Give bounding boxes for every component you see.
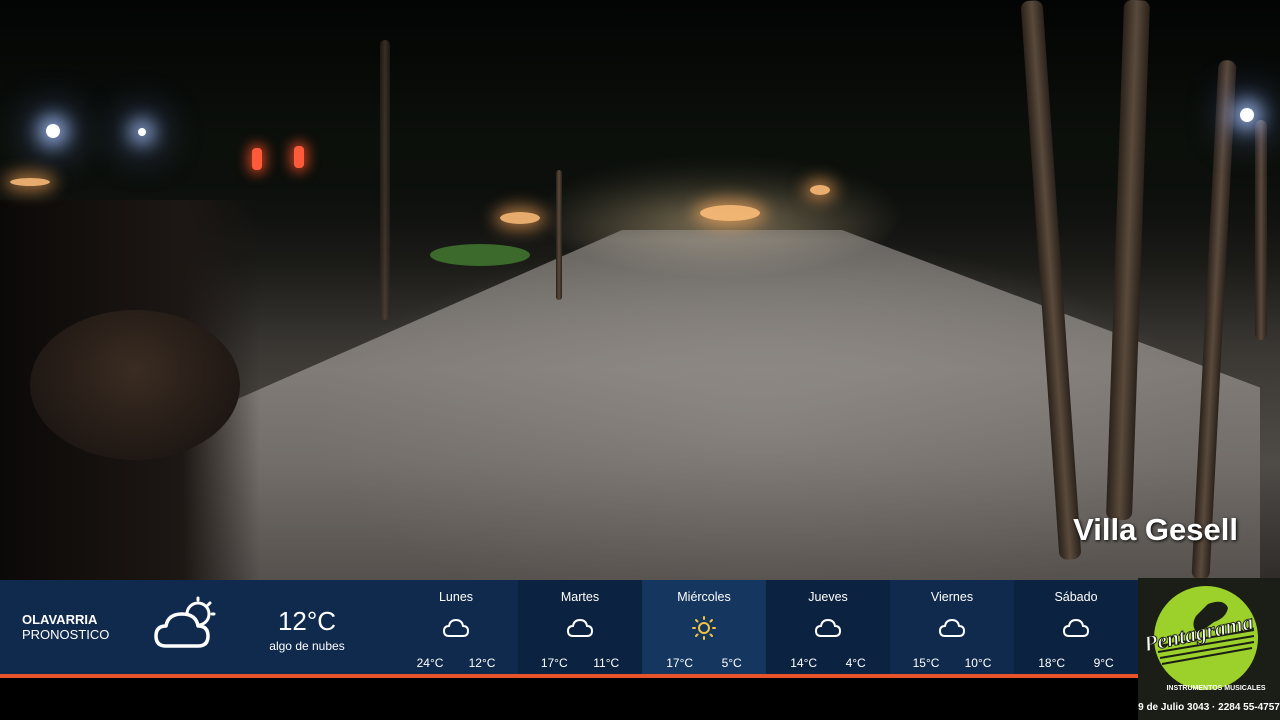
city-block: OLAVARRIA PRONOSTICO [0,580,145,674]
cloud-icon [566,618,594,637]
day-name: Viernes [930,590,974,604]
distant-lights [10,178,50,186]
high-temp: 18°C [1038,656,1066,670]
low-temp: 4°C [845,656,866,670]
day-name: Martes [560,590,600,604]
cloud-icon [938,618,966,637]
forecast-day: Jueves 14°C 4°C [766,580,890,674]
sponsor-contact: 9 de Julio 3043 · 2284 55-4757 [1138,702,1280,713]
cloud-sun-icon [154,596,216,648]
tree-trunk [380,40,390,320]
location-label: Villa Gesell [1073,512,1238,547]
dirt-mound [30,310,240,460]
forecast-days: Lunes 24°C 12°C Martes 17°C 11°C Miércoles… [394,580,1138,674]
high-temp: 14°C [790,656,818,670]
street-light [138,128,146,136]
day-name: Lunes [438,590,474,604]
high-temp: 15°C [912,656,940,670]
cloud-icon [1062,618,1090,637]
low-temp: 10°C [964,656,992,670]
current-description: algo de nubes [269,639,345,653]
sponsor-tagline: INSTRUMENTOS MUSICALES [1166,685,1265,692]
sponsor-logo: Pentagrama INSTRUMENTOS MUSICALES 9 de J… [1138,578,1280,720]
distant-lights [810,185,830,195]
distant-lights [700,205,760,221]
low-temp: 11°C [593,656,620,670]
forecast-day: Martes 17°C 11°C [518,580,642,674]
red-lamp [252,148,262,170]
city-name: OLAVARRIA [22,612,98,627]
street-light [46,124,60,138]
cloud-icon [814,618,842,637]
low-temp: 9°C [1093,656,1114,670]
forecast-day: Lunes 24°C 12°C [394,580,518,674]
forecast-day: Viernes 15°C 10°C [890,580,1014,674]
street-light [1240,108,1254,122]
high-temp: 17°C [540,656,568,670]
high-temp: 17°C [666,656,694,670]
day-name: Sábado [1054,590,1098,604]
pentagrama-logo: Pentagrama INSTRUMENTOS MUSICALES [1140,586,1266,692]
high-temp: 24°C [416,656,444,670]
red-lamp [294,146,304,168]
tree-trunk [1255,120,1267,340]
webcam-view: Villa Gesell [0,0,1280,580]
forecast-day: Miércoles 17°C 5°C [642,580,766,674]
day-name: Jueves [808,590,848,604]
current-temp: 12°C [277,606,337,636]
current-conditions: 12°C algo de nubes [232,580,382,674]
forecast-label: PRONOSTICO [22,627,110,642]
forecast-day: Sábado 18°C 9°C [1014,580,1138,674]
bottom-strip [0,678,1138,720]
day-name: Miércoles [677,590,731,604]
sun-icon [692,616,716,640]
weather-bar: OLAVARRIA PRONOSTICO 12°C algo de nubes … [0,580,1138,674]
low-temp: 5°C [721,656,742,670]
distant-lights [500,212,540,224]
cloud-icon [442,618,470,637]
low-temp: 12°C [468,656,496,670]
tree-trunk [556,170,562,300]
grass-patch [430,244,530,266]
